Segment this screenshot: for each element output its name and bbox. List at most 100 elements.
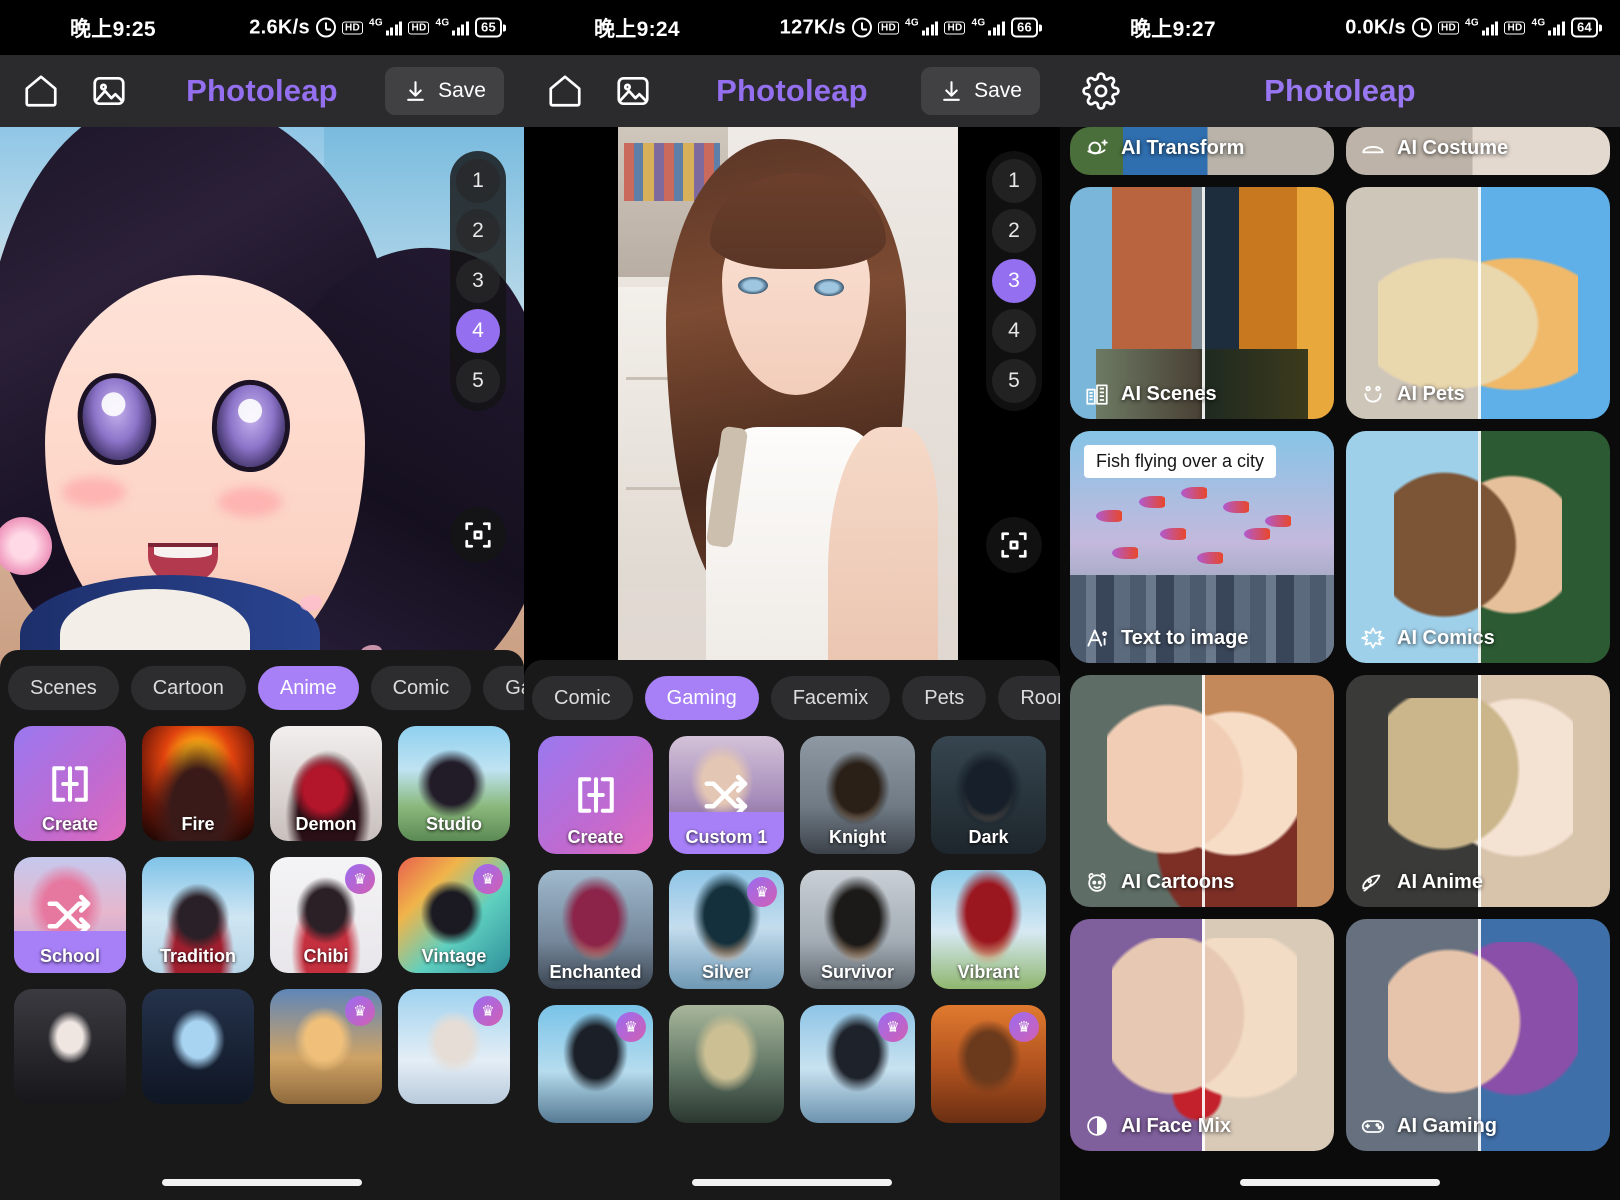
style-tile-custom-1[interactable]: Custom 1 [669,736,784,855]
feature-card-ai-pets[interactable]: AI Pets [1346,187,1610,419]
style-label: Fire [181,814,215,835]
version-1[interactable]: 1 [456,159,500,203]
hd-icon-2: HD [408,21,430,34]
style-label: School [39,945,100,966]
category-comic[interactable]: Comic [532,676,633,720]
feature-card-ai-gaming[interactable]: AI Gaming [1346,919,1610,1151]
style-tile-row3-4[interactable]: ♛ [931,1004,1046,1124]
save-label: Save [974,79,1022,102]
version-3[interactable]: 3 [456,259,500,303]
category-pets[interactable]: Pets [902,676,987,720]
gallery-icon[interactable] [90,72,128,110]
style-tile-row3-1[interactable] [14,988,126,1105]
feature-card-ai-face-mix[interactable]: AI Face Mix [1070,919,1334,1151]
category-gaming[interactable]: Gaming [644,676,759,720]
version-5[interactable]: 5 [456,359,500,403]
style-tile-row3-3[interactable]: ♛ [270,988,382,1105]
home-icon[interactable] [546,72,584,110]
style-tile-fire[interactable]: Fire [142,726,254,842]
style-tile-vintage[interactable]: ♛ Vintage [398,857,510,973]
image-canvas[interactable]: 1 2 3 4 5 [524,127,1060,715]
style-tile-row3-4[interactable]: ♛ [398,988,510,1105]
category-cartoon[interactable]: Cartoon [130,666,246,710]
style-tile-silver[interactable]: ♛ Silver [669,870,784,989]
style-tile-knight[interactable]: Knight [800,736,915,855]
network-type-2: 4G [435,17,450,28]
signal-bars-1 [921,20,939,36]
category-scenes[interactable]: Scenes [8,666,119,710]
feature-label: AI Transform [1121,136,1245,159]
version-selector[interactable]: 1 2 3 4 5 [986,151,1042,411]
version-selector[interactable]: 1 2 3 4 5 [450,151,506,411]
feature-card-ai-cartoons[interactable]: AI Cartoons [1070,675,1334,907]
save-button[interactable]: Save [385,67,504,115]
style-tile-row3-3[interactable]: ♛ [800,1004,915,1124]
style-tile-survivor[interactable]: Survivor [800,870,915,989]
category-tabs[interactable]: Scenes Cartoon Anime Comic Gaming [0,650,524,720]
style-grid: Create Fire Demon Studio School Traditio… [0,720,524,1105]
gallery-icon[interactable] [614,72,652,110]
feature-card-ai-costume[interactable]: AI Costume [1346,127,1610,175]
status-time: 晚上9:25 [70,17,156,41]
style-tile-studio[interactable]: Studio [398,726,510,842]
version-5[interactable]: 5 [992,359,1036,403]
save-button[interactable]: Save [921,67,1040,115]
style-tile-enchanted[interactable]: Enchanted [538,870,653,989]
feature-tag: AI Gaming [1360,1113,1497,1139]
style-tile-chibi[interactable]: ♛ Chibi [270,857,382,973]
category-comic[interactable]: Comic [370,666,472,710]
style-tile-tradition[interactable]: Tradition [142,857,254,973]
version-2[interactable]: 2 [992,209,1036,253]
feature-tag: AI Anime [1360,869,1483,895]
home-icon[interactable] [22,72,60,110]
signal-bars-1 [1481,20,1499,36]
network-speed: 127K/s [779,16,846,38]
image-canvas[interactable]: 1 2 3 4 5 [0,127,524,705]
feature-card-ai-scenes[interactable]: AI Scenes [1070,187,1334,419]
version-4[interactable]: 4 [456,309,500,353]
expand-icon[interactable] [986,517,1042,573]
style-tile-row3-1[interactable]: ♛ [538,1004,653,1124]
style-tile-school[interactable]: School [14,857,126,973]
style-tile-row3-2[interactable] [142,988,254,1105]
version-1[interactable]: 1 [992,159,1036,203]
feature-card-ai-transform[interactable]: AI Transform [1070,127,1334,175]
style-label: Enchanted [549,961,642,982]
expand-icon[interactable] [450,507,506,563]
category-anime[interactable]: Anime [257,666,359,710]
style-tile-demon[interactable]: Demon [270,726,382,842]
feature-card-text-to-image[interactable]: Fish flying over a city Text to image [1070,431,1334,663]
style-tile-row3-2[interactable] [669,1004,784,1124]
feature-label: AI Comics [1397,626,1495,649]
feature-list[interactable]: AI Transform AI Costume AI Scenes AI Pet… [1060,127,1620,1200]
style-label: Vintage [421,945,487,966]
app-title: Photoleap [1264,73,1416,108]
category-facemix[interactable]: Facemix [770,676,891,720]
category-rooms[interactable]: Rooms [998,676,1060,720]
feature-card-ai-anime[interactable]: AI Anime [1346,675,1610,907]
style-tile-create[interactable]: Create [14,726,126,842]
style-tile-vibrant[interactable]: Vibrant [931,870,1046,989]
feature-label: AI Face Mix [1121,1114,1232,1137]
category-gaming[interactable]: Gaming [483,666,524,710]
version-2[interactable]: 2 [456,209,500,253]
style-tile-create[interactable]: Create [538,736,653,855]
version-4[interactable]: 4 [992,309,1036,353]
cartoon-face-icon [1088,873,1106,892]
feature-tag: AI Face Mix [1084,1113,1231,1139]
style-tile-dark[interactable]: Dark [931,736,1046,855]
save-label: Save [438,79,486,102]
network-speed: 2.6K/s [249,16,310,38]
category-tabs[interactable]: Comic Gaming Facemix Pets Rooms [524,660,1060,730]
version-3[interactable]: 3 [992,259,1036,303]
style-label: Create [41,814,99,835]
feature-label: AI Pets [1397,382,1465,405]
feature-card-ai-comics[interactable]: AI Comics [1346,431,1610,663]
artwork-wrap [0,127,524,705]
status-bar: 晚上9:25 2.6K/s HD 4G HD 4G 65 [0,0,524,55]
before-after-divider [1478,187,1481,419]
pro-crown-icon: ♛ [1009,1011,1039,1042]
pro-crown-icon: ♛ [616,1011,646,1042]
gear-icon[interactable] [1082,72,1120,110]
battery-indicator: 65 [474,17,506,38]
